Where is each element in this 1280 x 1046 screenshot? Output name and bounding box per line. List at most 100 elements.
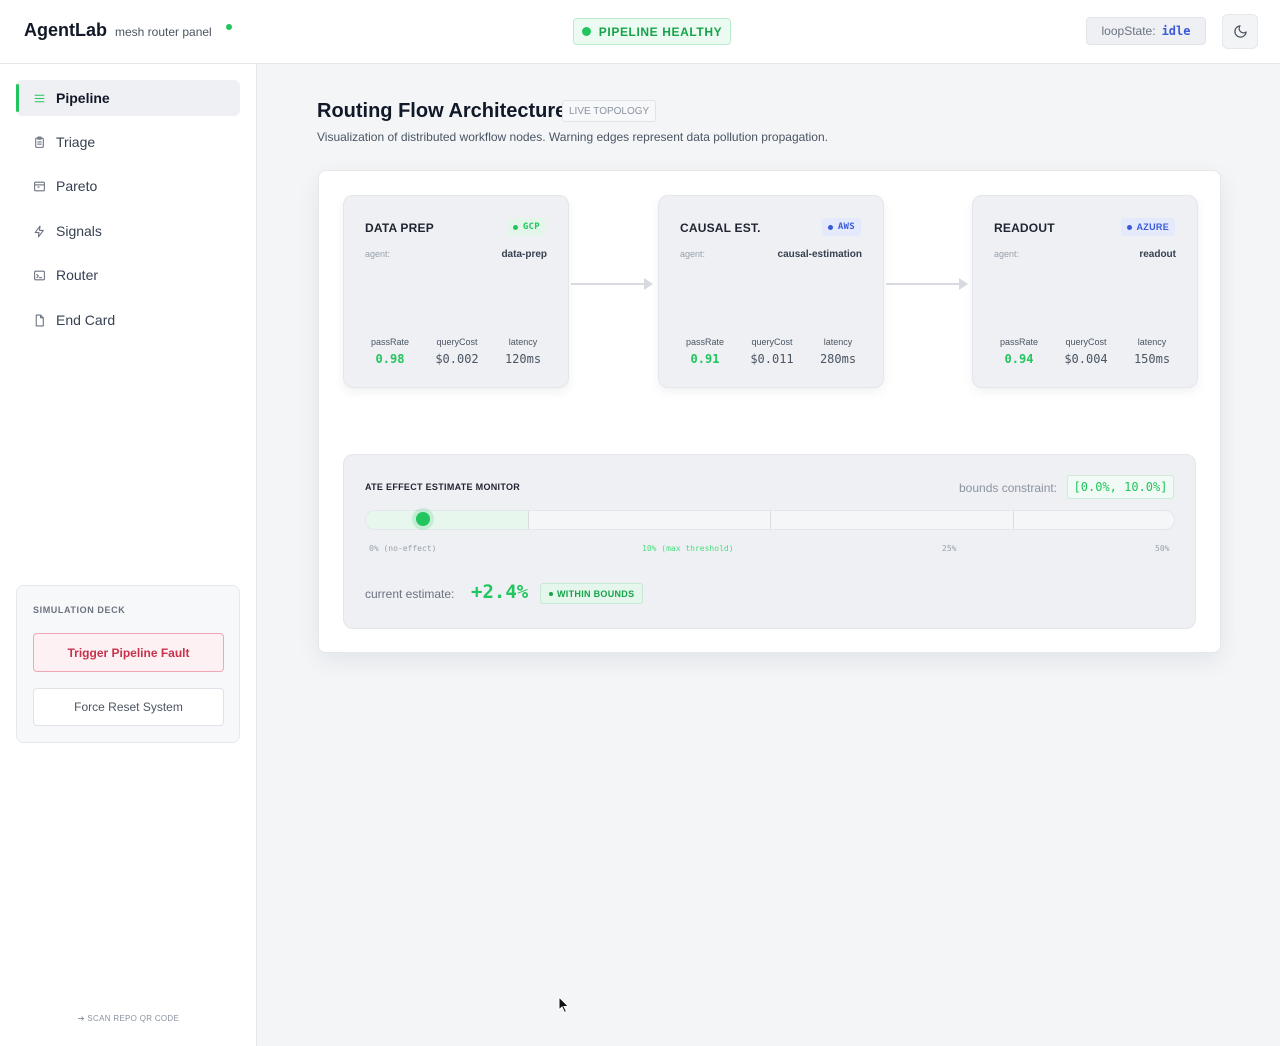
monitor-title: ATE EFFECT ESTIMATE MONITOR (365, 482, 521, 492)
metric-value: 0.94 (1004, 352, 1034, 366)
node-title: CAUSAL EST. (680, 221, 761, 235)
agent-label: agent: (680, 249, 706, 259)
app-subtitle: mesh router panel (115, 25, 212, 39)
scan-qr-link[interactable]: ➔ SCAN REPO QR CODE (0, 1014, 257, 1023)
pipeline-status-badge: PIPELINE HEALTHY (573, 18, 731, 45)
metric-value: 0.98 (375, 352, 405, 366)
sidebar-item-label: Signals (56, 223, 102, 239)
cloud-badge-azure: AZURE (1120, 218, 1175, 236)
metric-latency: latency 280ms (808, 337, 868, 366)
metric-latency: latency 120ms (493, 337, 553, 366)
page-title: Routing Flow Architecture (317, 100, 567, 122)
metric-value: 150ms (1133, 352, 1171, 366)
track-tick (528, 511, 529, 529)
metric-pass-rate: passRate 0.91 (675, 337, 735, 366)
sidebar-item-label: End Card (56, 312, 116, 328)
metric-pass-rate: passRate 0.98 (360, 337, 420, 366)
bounds-label: bounds constraint: (959, 481, 1058, 495)
brand: AgentLab mesh router panel (24, 20, 232, 41)
clipboard-icon (32, 135, 46, 149)
sidebar-item-router[interactable]: Router (16, 257, 240, 293)
loop-state-label: loopState: (1101, 24, 1156, 38)
metric-label: passRate (685, 337, 725, 347)
metric-label: latency (823, 337, 853, 347)
node-title: DATA PREP (365, 221, 434, 235)
sidebar-item-pipeline[interactable]: Pipeline (16, 80, 240, 116)
axis-label-50: 50% (1155, 544, 1170, 553)
metric-value: 120ms (504, 352, 542, 366)
within-bounds-badge: WITHIN BOUNDS (540, 583, 644, 604)
online-dot-icon (225, 24, 232, 30)
edge-arrow (571, 278, 653, 290)
cloud-name: GCP (522, 222, 540, 232)
cloud-dot-icon (512, 224, 518, 230)
top-bar: AgentLab mesh router panel PIPELINE HEAL… (0, 0, 1280, 64)
estimate-value: +2.4% (471, 581, 529, 603)
metric-label: latency (1137, 337, 1167, 347)
trigger-fault-button[interactable]: Trigger Pipeline Fault (33, 633, 224, 672)
metric-value: $0.011 (750, 352, 794, 366)
metric-query-cost: queryCost $0.002 (427, 337, 487, 366)
node-data-prep[interactable]: DATA PREP GCP agent: data-prep passRate … (343, 195, 569, 388)
force-reset-button[interactable]: Force Reset System (33, 688, 224, 726)
metric-label: queryCost (751, 337, 793, 347)
metric-query-cost: queryCost $0.011 (742, 337, 802, 366)
node-title: READOUT (994, 221, 1055, 235)
sidebar-item-label: Pipeline (56, 90, 110, 106)
sidebar-item-triage[interactable]: Triage (16, 124, 240, 160)
bounds-value: [0.0%, 10.0%] (1067, 475, 1174, 499)
metric-label: queryCost (436, 337, 478, 347)
status-dot-icon (581, 27, 591, 36)
axis-label-zero: 0% (no-effect) (369, 544, 437, 553)
estimate-label: current estimate: (365, 587, 455, 601)
agent-name: causal-estimation (777, 249, 862, 260)
sidebar-item-label: Pareto (56, 178, 98, 194)
metric-label: latency (508, 337, 538, 347)
topology-canvas: DATA PREP GCP agent: data-prep passRate … (318, 170, 1221, 653)
sidebar-item-label: Triage (56, 134, 96, 150)
node-readout[interactable]: READOUT AZURE agent: readout passRate 0.… (972, 195, 1198, 388)
mouse-cursor-icon (558, 996, 570, 1014)
metric-latency: latency 150ms (1122, 337, 1182, 366)
cloud-name: AZURE (1136, 222, 1169, 232)
moon-icon (1233, 25, 1247, 38)
theme-toggle-button[interactable] (1222, 14, 1258, 49)
agent-label: agent: (994, 249, 1020, 259)
cloud-badge-aws: AWS (821, 218, 861, 236)
axis-label-threshold: 10% (max threshold) (642, 544, 734, 553)
pipeline-status-text: PIPELINE HEALTHY (598, 24, 723, 39)
bolt-icon (32, 224, 46, 238)
simulation-deck: SIMULATION DECK Trigger Pipeline Fault F… (16, 585, 240, 743)
track-tick (770, 511, 771, 529)
metric-value: 0.91 (690, 352, 720, 366)
loop-state-indicator: loopState: idle (1086, 17, 1206, 45)
within-bounds-text: WITHIN BOUNDS (557, 588, 635, 599)
list-icon (32, 91, 46, 105)
metric-value: $0.002 (435, 352, 479, 366)
cloud-dot-icon (827, 224, 833, 230)
metric-value: $0.004 (1064, 352, 1108, 366)
status-dot-icon (549, 591, 553, 596)
metric-query-cost: queryCost $0.004 (1056, 337, 1116, 366)
simulation-deck-title: SIMULATION DECK (33, 605, 126, 615)
live-topology-badge: LIVE TOPOLOGY (562, 100, 657, 122)
agent-label: agent: (365, 249, 391, 259)
page-description: Visualization of distributed workflow no… (317, 130, 828, 144)
cloud-dot-icon (1126, 224, 1132, 230)
edge-arrow (886, 278, 968, 290)
sidebar-item-signals[interactable]: Signals (16, 213, 240, 249)
axis-label-25: 25% (942, 544, 957, 553)
sidebar: Pipeline Triage Pareto Signals Router En… (0, 64, 257, 1046)
metric-label: passRate (999, 337, 1039, 347)
sidebar-item-pareto[interactable]: Pareto (16, 168, 240, 204)
agent-name: readout (1139, 249, 1176, 260)
sidebar-item-end-card[interactable]: End Card (16, 302, 240, 338)
estimate-marker (415, 512, 430, 526)
file-icon (32, 313, 46, 327)
cloud-name: AWS (837, 222, 855, 232)
estimate-track (365, 510, 1175, 530)
sidebar-item-label: Router (56, 267, 99, 283)
agent-name: data-prep (501, 249, 547, 260)
node-causal-est[interactable]: CAUSAL EST. AWS agent: causal-estimation… (658, 195, 884, 388)
terminal-icon (32, 268, 46, 282)
